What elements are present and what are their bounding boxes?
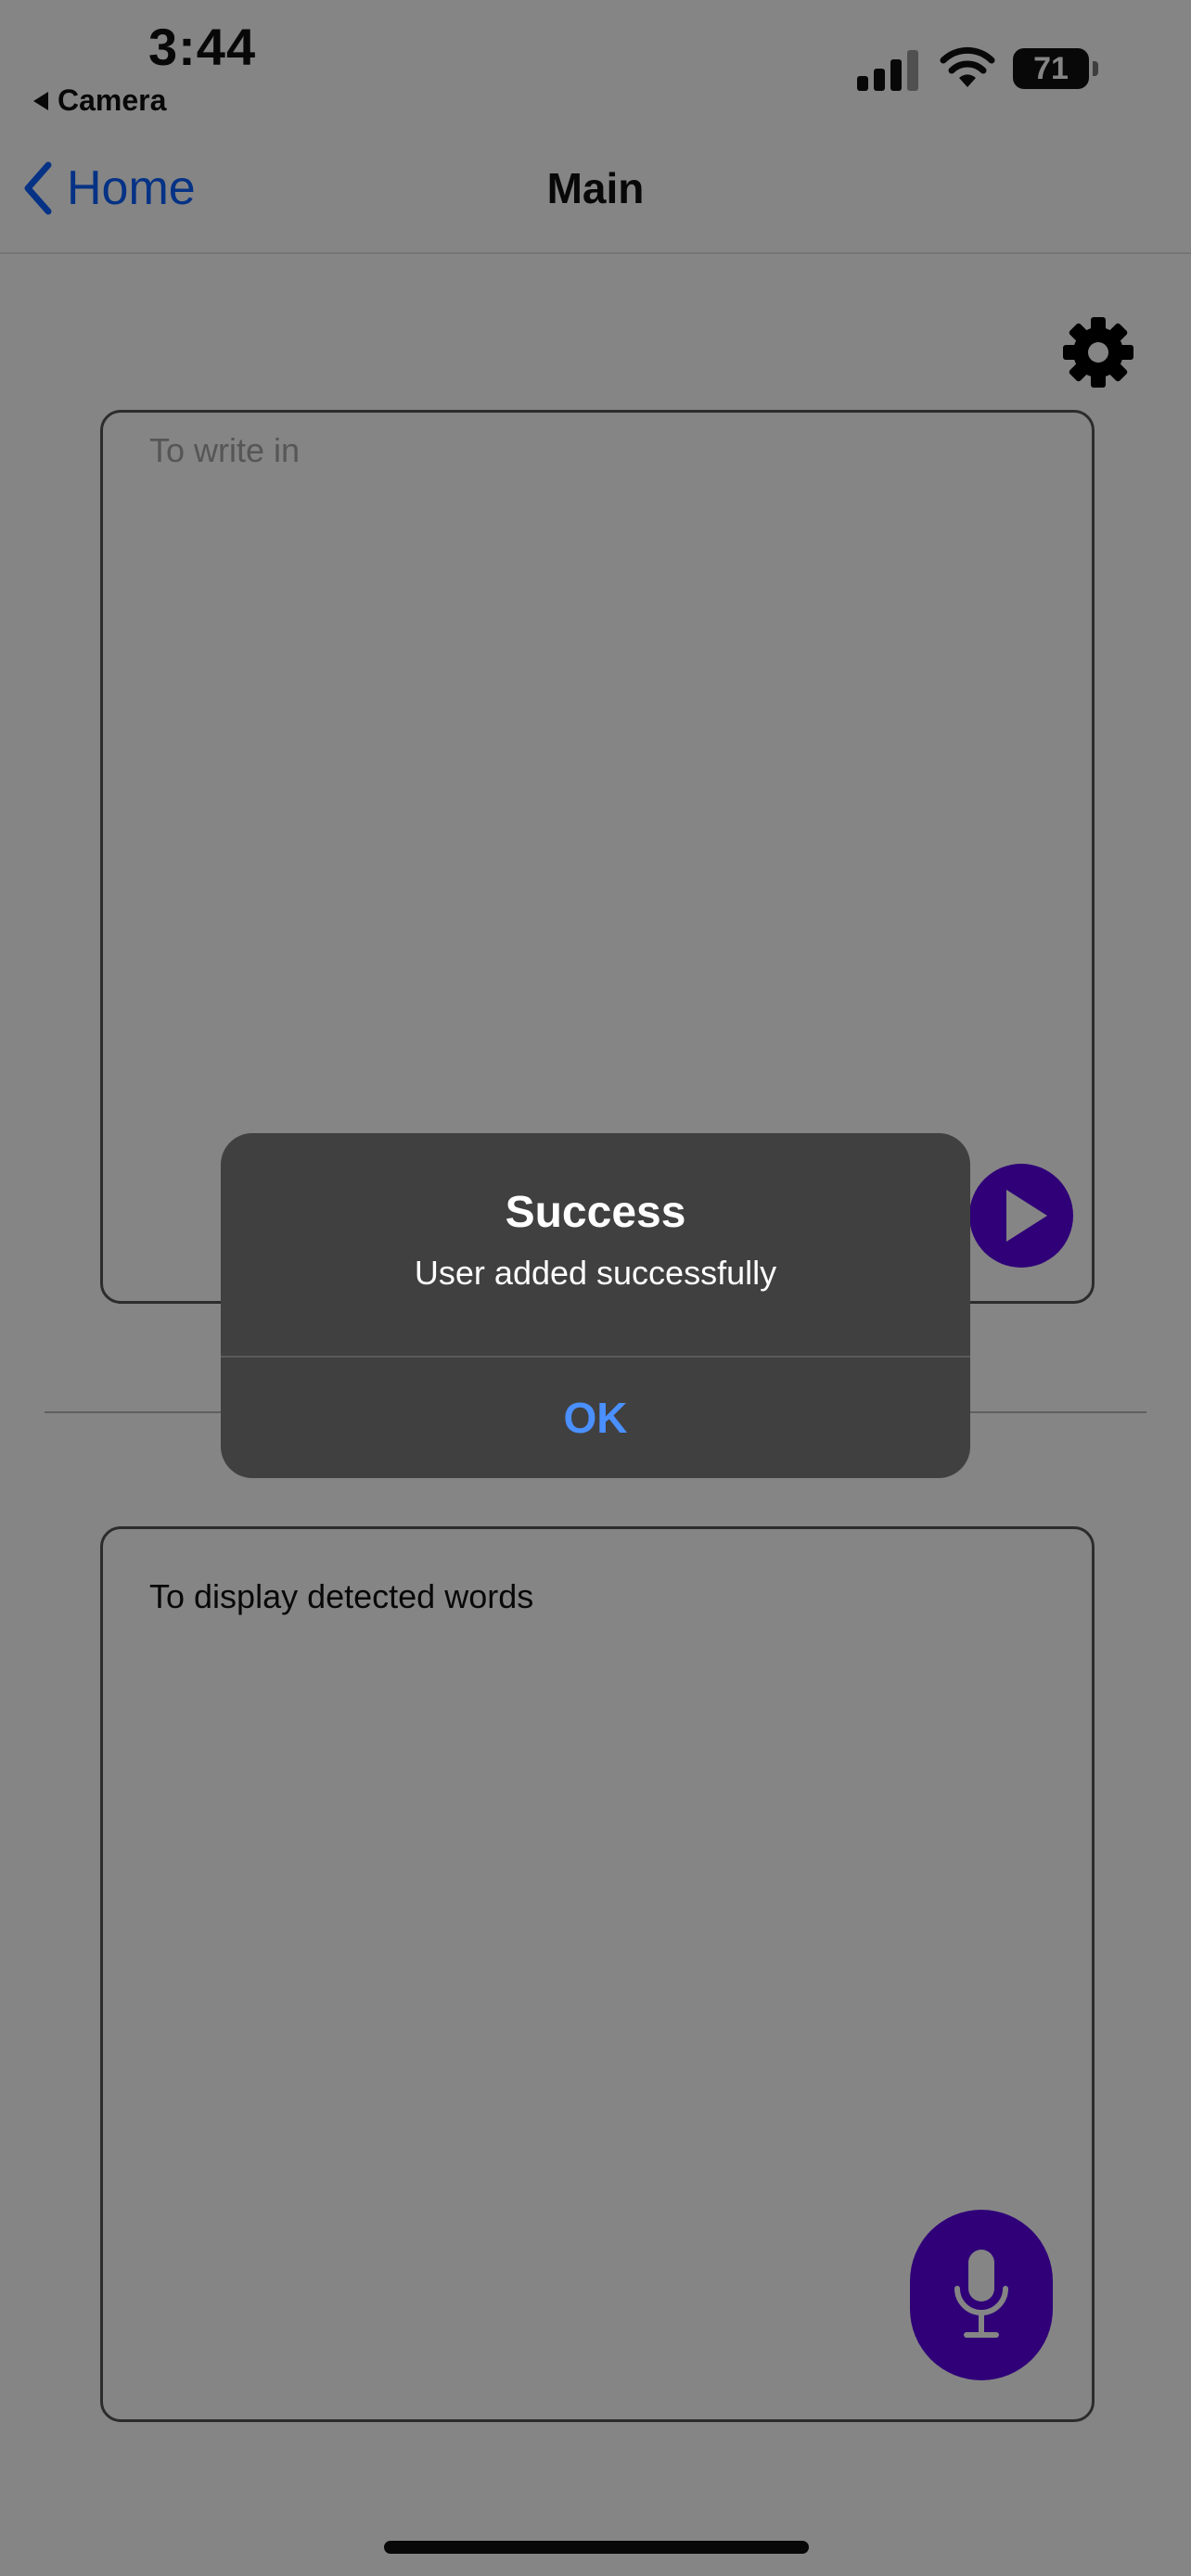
main-screen: 3:44 Camera 71 Home Main To write in To … [0,0,1191,2576]
alert-title: Success [505,1188,686,1237]
ok-button[interactable]: OK [221,1358,970,1478]
success-alert: Success User added successfully OK [221,1133,970,1478]
alert-message: User added successfully [414,1254,777,1292]
